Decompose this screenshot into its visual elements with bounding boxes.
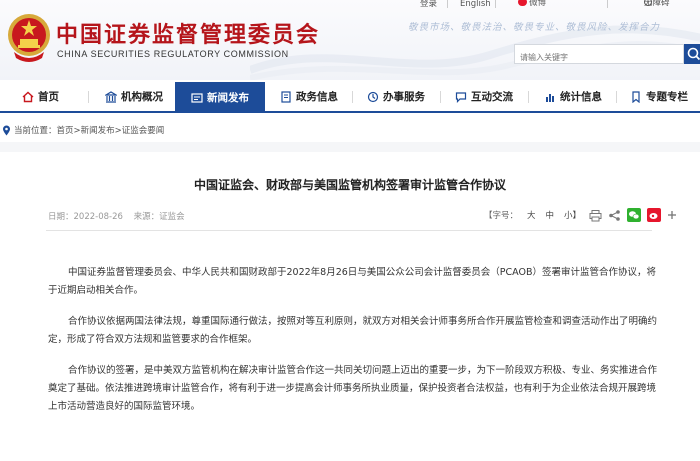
nav-separator bbox=[528, 91, 529, 103]
nav-item-interaction[interactable]: 互动交流 bbox=[455, 82, 520, 111]
nav-item-gov-info[interactable]: 政务信息 bbox=[280, 82, 345, 111]
building-icon bbox=[105, 90, 117, 103]
article-paragraph: 中国证券监督管理委员会、中华人民共和国财政部于2022年8月26日与美国公众公司… bbox=[48, 267, 656, 296]
search-box bbox=[514, 44, 684, 67]
main-nav: 首页 机构概况 新闻发布 政务信息 办事服务 互动交流 统计信息 专题专栏 bbox=[0, 82, 700, 113]
nav-item-special[interactable]: 专题专栏 bbox=[630, 82, 700, 111]
chat-icon bbox=[455, 91, 467, 103]
weibo-link[interactable]: 微博 bbox=[518, 0, 546, 9]
font-small-button[interactable]: 小】 bbox=[564, 209, 581, 221]
article-meta: 日期：2022-08-26 来源：证监会 bbox=[48, 210, 193, 222]
site-header: 中国证券监督管理委员会 CHINA SECURITIES REGULATORY … bbox=[0, 0, 700, 80]
login-link[interactable]: 登录 bbox=[420, 0, 437, 9]
article-source: 来源：证监会 bbox=[133, 212, 185, 222]
bookmark-icon bbox=[632, 90, 640, 103]
article-tools: 【字号： 大 中 小】 bbox=[480, 206, 680, 224]
site-title[interactable]: 中国证券监督管理委员会 bbox=[56, 17, 320, 49]
weibo-share-icon[interactable] bbox=[647, 208, 662, 222]
print-icon[interactable] bbox=[589, 209, 602, 222]
nav-separator bbox=[88, 91, 89, 103]
breadcrumb-path[interactable]: 首页>新闻发布>证监会要闻 bbox=[57, 124, 165, 136]
location-pin-icon bbox=[3, 125, 10, 135]
font-medium-button[interactable]: 中 bbox=[546, 209, 555, 221]
service-icon bbox=[367, 91, 379, 102]
nav-item-statistics[interactable]: 统计信息 bbox=[544, 82, 609, 111]
article-date: 日期：2022-08-26 bbox=[48, 212, 123, 222]
gov-info-icon bbox=[281, 90, 291, 103]
breadcrumb: 当前位置： 首页>新闻发布>证监会要闻 bbox=[0, 123, 164, 137]
more-plus-icon[interactable] bbox=[667, 210, 677, 220]
share-icon[interactable] bbox=[608, 209, 621, 222]
news-icon bbox=[191, 92, 203, 103]
breadcrumb-prefix: 当前位置： bbox=[14, 126, 57, 136]
english-link[interactable]: English bbox=[460, 0, 491, 9]
search-icon bbox=[687, 47, 700, 61]
nav-separator bbox=[440, 91, 441, 103]
nav-item-home[interactable]: 首页 bbox=[22, 82, 78, 111]
article-paragraph: 合作协议依据两国法律法规，尊重国际通行做法，按照对等互利原则，就双方对相关会计师… bbox=[48, 316, 658, 345]
slogan: 敬畏市场、敬畏法治、敬畏专业、敬畏风险、发挥合力 bbox=[408, 22, 661, 33]
nav-item-about[interactable]: 机构概况 bbox=[105, 82, 170, 111]
search-input[interactable] bbox=[515, 48, 675, 67]
article-paragraph: 合作协议的签署，是中美双方监管机构在解决审计监管合作这一共同关切问题上迈出的重要… bbox=[48, 365, 658, 412]
nav-item-news[interactable]: 新闻发布 bbox=[175, 82, 265, 113]
font-size-label: 【字号： bbox=[484, 211, 519, 221]
chart-icon bbox=[546, 93, 554, 102]
search-button[interactable] bbox=[684, 44, 700, 64]
nav-item-service[interactable]: 办事服务 bbox=[367, 82, 432, 111]
nav-separator bbox=[616, 91, 617, 103]
font-large-button[interactable]: 大 bbox=[527, 209, 536, 221]
weibo-icon bbox=[518, 0, 527, 6]
national-emblem-icon bbox=[8, 14, 50, 62]
nav-separator bbox=[352, 91, 353, 103]
section-band bbox=[0, 142, 700, 152]
link-separator: | bbox=[606, 0, 609, 9]
link-separator: | bbox=[494, 0, 497, 9]
wechat-share-icon[interactable] bbox=[627, 208, 642, 222]
home-icon bbox=[22, 91, 34, 102]
article-title: 中国证监会、财政部与美国监管机构签署审计监管合作协议 bbox=[193, 178, 506, 192]
link-separator: | bbox=[446, 0, 449, 9]
site-subtitle: CHINA SECURITIES REGULATORY COMMISSION bbox=[57, 49, 289, 59]
meta-divider bbox=[46, 230, 652, 231]
